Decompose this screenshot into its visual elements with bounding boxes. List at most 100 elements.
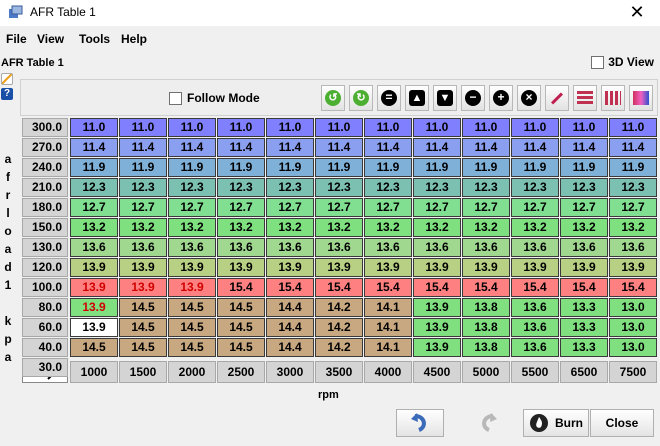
- follow-mode-checkbox[interactable]: [169, 91, 182, 105]
- table-cell[interactable]: 13.2: [70, 218, 118, 237]
- close-window-button[interactable]: ✕: [614, 0, 660, 26]
- table-cell[interactable]: 13.9: [70, 258, 118, 277]
- burn-button[interactable]: Burn: [523, 409, 589, 437]
- table-cell[interactable]: 13.9: [315, 258, 363, 277]
- table-cell[interactable]: 13.2: [266, 218, 314, 237]
- table-cell[interactable]: 13.9: [168, 258, 216, 277]
- table-cell[interactable]: 11.4: [315, 138, 363, 157]
- subtract-button[interactable]: −: [461, 85, 485, 111]
- table-cell[interactable]: 11.9: [217, 158, 265, 177]
- table-cell[interactable]: 13.9: [462, 258, 510, 277]
- table-cell[interactable]: 11.9: [168, 158, 216, 177]
- table-cell[interactable]: 15.4: [609, 278, 657, 297]
- table-cell[interactable]: 13.9: [609, 258, 657, 277]
- table-cell[interactable]: 12.7: [168, 198, 216, 217]
- table-cell[interactable]: 13.9: [119, 278, 167, 297]
- table-cell[interactable]: 13.2: [364, 218, 412, 237]
- rotate-right-button[interactable]: ↻: [349, 85, 373, 111]
- table-cell[interactable]: 13.2: [217, 218, 265, 237]
- table-cell[interactable]: 14.2: [315, 338, 363, 357]
- table-cell[interactable]: 13.9: [70, 318, 118, 337]
- undo-button[interactable]: [396, 409, 444, 437]
- table-cell[interactable]: 11.9: [462, 158, 510, 177]
- table-cell[interactable]: 13.6: [511, 318, 559, 337]
- table-cell[interactable]: 15.4: [560, 278, 608, 297]
- smooth-button[interactable]: [629, 85, 653, 111]
- table-cell[interactable]: 13.9: [413, 338, 461, 357]
- table-cell[interactable]: 13.3: [560, 298, 608, 317]
- table-cell[interactable]: 12.7: [315, 198, 363, 217]
- table-cell[interactable]: 11.9: [413, 158, 461, 177]
- table-cell[interactable]: 13.8: [462, 338, 510, 357]
- table-cell[interactable]: 13.8: [462, 298, 510, 317]
- table-cell[interactable]: 14.5: [168, 298, 216, 317]
- table-cell[interactable]: 13.6: [609, 238, 657, 257]
- table-cell[interactable]: 12.3: [560, 178, 608, 197]
- table-cell[interactable]: 14.5: [168, 338, 216, 357]
- table-cell[interactable]: 13.2: [462, 218, 510, 237]
- table-cell[interactable]: 13.6: [511, 338, 559, 357]
- table-cell[interactable]: 12.7: [511, 198, 559, 217]
- table-cell[interactable]: 12.3: [119, 178, 167, 197]
- table-cell[interactable]: 13.2: [413, 218, 461, 237]
- table-cell[interactable]: 11.9: [364, 158, 412, 177]
- table-cell[interactable]: 12.3: [168, 178, 216, 197]
- table-cell[interactable]: 13.2: [315, 218, 363, 237]
- table-cell[interactable]: 13.9: [413, 298, 461, 317]
- table-cell[interactable]: 14.4: [266, 318, 314, 337]
- table-cell[interactable]: 15.4: [217, 278, 265, 297]
- table-cell[interactable]: 13.9: [560, 258, 608, 277]
- table-cell[interactable]: 11.0: [511, 118, 559, 137]
- table-cell[interactable]: 12.7: [266, 198, 314, 217]
- table-cell[interactable]: 11.0: [168, 118, 216, 137]
- table-cell[interactable]: 13.2: [511, 218, 559, 237]
- menu-file[interactable]: File: [6, 32, 27, 46]
- table-cell[interactable]: 13.9: [266, 258, 314, 277]
- table-cell[interactable]: 11.4: [168, 138, 216, 157]
- table-cell[interactable]: 14.2: [315, 318, 363, 337]
- follow-mode-toggle[interactable]: Follow Mode: [169, 91, 260, 105]
- table-cell[interactable]: 11.4: [217, 138, 265, 157]
- table-cell[interactable]: 14.4: [266, 298, 314, 317]
- table-cell[interactable]: 11.0: [609, 118, 657, 137]
- table-cell[interactable]: 13.6: [364, 238, 412, 257]
- table-cell[interactable]: 14.5: [217, 318, 265, 337]
- table-cell[interactable]: 11.4: [413, 138, 461, 157]
- table-cell[interactable]: 11.0: [119, 118, 167, 137]
- view-3d-checkbox[interactable]: [591, 55, 605, 69]
- table-cell[interactable]: 13.3: [560, 338, 608, 357]
- table-cell[interactable]: 12.7: [609, 198, 657, 217]
- table-cell[interactable]: 14.5: [217, 298, 265, 317]
- table-cell[interactable]: 11.0: [266, 118, 314, 137]
- table-cell[interactable]: 11.0: [70, 118, 118, 137]
- table-cell[interactable]: 11.9: [511, 158, 559, 177]
- table-cell[interactable]: 11.4: [511, 138, 559, 157]
- menu-view[interactable]: View: [37, 32, 64, 46]
- table-cell[interactable]: 15.4: [364, 278, 412, 297]
- table-cell[interactable]: 11.9: [315, 158, 363, 177]
- table-cell[interactable]: 11.4: [462, 138, 510, 157]
- table-cell[interactable]: 13.6: [315, 238, 363, 257]
- table-cell[interactable]: 13.9: [217, 258, 265, 277]
- table-cell[interactable]: 12.7: [70, 198, 118, 217]
- menu-help[interactable]: Help: [121, 32, 147, 46]
- table-cell[interactable]: 11.0: [413, 118, 461, 137]
- table-cell[interactable]: 13.2: [119, 218, 167, 237]
- table-cell[interactable]: 13.9: [70, 278, 118, 297]
- table-cell[interactable]: 13.9: [364, 258, 412, 277]
- table-cell[interactable]: 13.6: [560, 238, 608, 257]
- table-cell[interactable]: 14.5: [70, 338, 118, 357]
- table-cell[interactable]: 11.4: [119, 138, 167, 157]
- table-cell[interactable]: 11.0: [364, 118, 412, 137]
- table-cell[interactable]: 12.3: [609, 178, 657, 197]
- increment-button[interactable]: ▲: [405, 85, 429, 111]
- table-cell[interactable]: 12.3: [511, 178, 559, 197]
- table-cell[interactable]: 13.6: [511, 238, 559, 257]
- table-cell[interactable]: 11.9: [609, 158, 657, 177]
- table-cell[interactable]: 13.9: [413, 258, 461, 277]
- table-cell[interactable]: 15.4: [511, 278, 559, 297]
- redo-button[interactable]: [464, 409, 512, 437]
- table-cell[interactable]: 11.9: [70, 158, 118, 177]
- table-cell[interactable]: 15.4: [462, 278, 510, 297]
- table-cell[interactable]: 14.5: [119, 298, 167, 317]
